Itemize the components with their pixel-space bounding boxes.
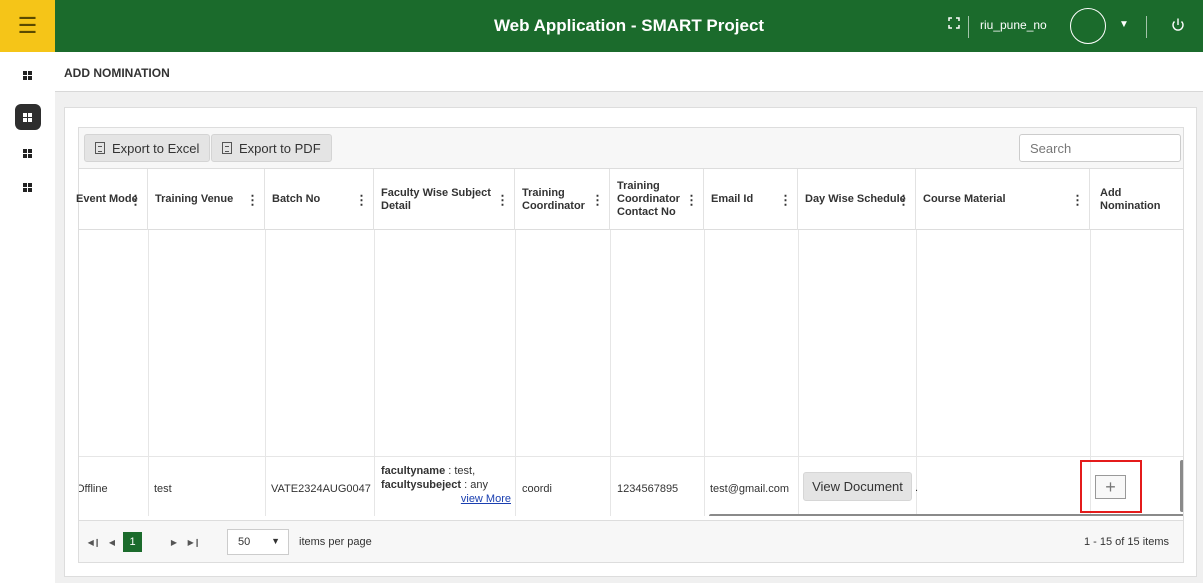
column-menu-icon[interactable]: ⋮ — [246, 193, 259, 206]
column-header-batch-no[interactable]: Batch No ⋮ — [265, 169, 374, 230]
faculty-subject-value: : any — [464, 479, 489, 491]
username[interactable]: riu_pune_no — [980, 18, 1047, 32]
grid-icon — [23, 148, 32, 158]
grid-icon — [23, 70, 32, 80]
export-excel-label: Export to Excel — [112, 140, 200, 156]
user-menu-caret-icon[interactable]: ▼ — [1119, 19, 1129, 30]
column-label: Training Coordinator — [522, 186, 585, 212]
nomination-grid: Export to Excel Export to PDF Event Mode… — [76, 127, 1184, 563]
user-avatar[interactable] — [1070, 8, 1106, 44]
sidebar-item-4[interactable] — [0, 172, 55, 202]
next-page-icon[interactable]: ▶ — [165, 532, 183, 552]
column-header-email-id[interactable]: Email Id ⋮ — [704, 169, 798, 230]
cell-training-venue: test — [154, 483, 172, 495]
grid-icon — [23, 112, 32, 122]
cell-event-mode: Offline — [79, 483, 108, 495]
column-header-training-venue[interactable]: Training Venue ⋮ — [148, 169, 265, 230]
sidebar-item-2[interactable] — [0, 102, 55, 132]
dropdown-caret-icon: ▼ — [271, 536, 280, 546]
column-label: Day Wise Schedule — [805, 193, 906, 205]
items-per-page-label: items per page — [299, 536, 372, 548]
column-menu-icon[interactable]: ⋮ — [129, 193, 142, 206]
grid-header: Event Mode ⋮ Training Venue ⋮ Batch No ⋮… — [76, 169, 1183, 230]
column-menu-icon[interactable]: ⋮ — [897, 193, 910, 206]
horizontal-scrollbar[interactable] — [709, 514, 1183, 516]
column-label: Course Material — [923, 193, 1006, 205]
excel-file-icon — [95, 142, 105, 154]
first-page-icon[interactable]: ◀❙ — [85, 532, 103, 552]
sidebar — [0, 52, 55, 583]
fullscreen-icon[interactable] — [948, 17, 960, 29]
last-page-icon[interactable]: ▶❙ — [185, 532, 203, 552]
column-menu-icon[interactable]: ⋮ — [591, 193, 604, 206]
search-input[interactable] — [1019, 134, 1181, 162]
header-divider — [1146, 16, 1147, 38]
grid-pager: ◀❙ ◀ 1 ▶ ▶❙ 50 ▼ items per page 1 - 15 o… — [79, 520, 1183, 562]
column-menu-icon[interactable]: ⋮ — [779, 193, 792, 206]
view-document-button[interactable]: View Document — [803, 472, 912, 501]
column-menu-icon[interactable]: ⋮ — [1071, 193, 1084, 206]
power-icon[interactable] — [1168, 15, 1188, 35]
current-page-button[interactable]: 1 — [123, 532, 142, 552]
cell-batch-no: VATE2324AUG0047 — [271, 483, 371, 495]
column-header-add-nomination[interactable]: Add Nomination — [1090, 169, 1183, 230]
cell-faculty-subject: facultyname : test, facultysubeject : an… — [381, 464, 511, 506]
export-pdf-button[interactable]: Export to PDF — [211, 134, 332, 162]
page-header: ADD NOMINATION — [55, 52, 1203, 92]
sidebar-item-3[interactable] — [0, 138, 55, 168]
column-menu-icon[interactable]: ⋮ — [496, 193, 509, 206]
view-more-link[interactable]: view More — [461, 493, 511, 505]
cell-email-id: test@gmail.com — [710, 483, 790, 495]
column-label: Training Coordinator Contact No — [617, 180, 680, 218]
column-header-faculty-subject[interactable]: Faculty Wise Subject Detail ⋮ — [374, 169, 515, 230]
cell-schedule-trail: . — [915, 482, 919, 494]
export-excel-button[interactable]: Export to Excel — [84, 134, 211, 162]
column-label: Add Nomination — [1100, 186, 1161, 212]
faculty-name-key: facultyname — [381, 465, 446, 477]
vertical-scrollbar[interactable] — [1180, 460, 1183, 512]
sidebar-item-1[interactable] — [0, 60, 55, 90]
grid-icon — [23, 182, 32, 192]
column-menu-icon[interactable]: ⋮ — [355, 193, 368, 206]
column-menu-icon[interactable]: ⋮ — [685, 193, 698, 206]
add-nomination-button[interactable]: + — [1095, 475, 1126, 499]
cell-training-coordinator: coordi — [522, 483, 552, 495]
column-header-course-material[interactable]: Course Material ⋮ — [916, 169, 1090, 230]
column-label: Faculty Wise Subject Detail — [381, 186, 491, 212]
page-title: ADD NOMINATION — [64, 66, 170, 80]
grid-body: Offline test VATE2324AUG0047 facultyname… — [79, 230, 1183, 516]
column-header-event-mode[interactable]: Event Mode ⋮ — [69, 169, 148, 230]
page-size-value: 50 — [238, 536, 251, 548]
column-label: Training Venue — [155, 193, 234, 205]
grid-toolbar: Export to Excel Export to PDF — [79, 128, 1183, 169]
column-header-coordinator-contact[interactable]: Training Coordinator Contact No ⋮ — [610, 169, 704, 230]
header-divider — [968, 16, 969, 38]
export-pdf-label: Export to PDF — [239, 140, 321, 156]
column-label: Batch No — [272, 193, 321, 205]
app-header: Web Application - SMART Project riu_pune… — [55, 0, 1203, 52]
cell-coordinator-contact: 1234567895 — [617, 483, 679, 495]
faculty-name-value: : test, — [445, 465, 476, 477]
menu-toggle-button[interactable]: ☰ — [0, 0, 55, 52]
column-label: Email Id — [711, 193, 754, 205]
page-size-select[interactable]: 50 ▼ — [227, 529, 289, 555]
pdf-file-icon — [222, 142, 232, 154]
plus-icon: + — [1105, 476, 1116, 497]
faculty-subject-key: facultysubeject — [381, 479, 462, 491]
pager-range-info: 1 - 15 of 15 items — [1084, 536, 1169, 548]
previous-page-icon[interactable]: ◀ — [103, 532, 121, 552]
column-header-training-coordinator[interactable]: Training Coordinator ⋮ — [515, 169, 610, 230]
hamburger-icon: ☰ — [17, 13, 38, 38]
column-header-day-wise-schedule[interactable]: Day Wise Schedule ⋮ — [798, 169, 916, 230]
